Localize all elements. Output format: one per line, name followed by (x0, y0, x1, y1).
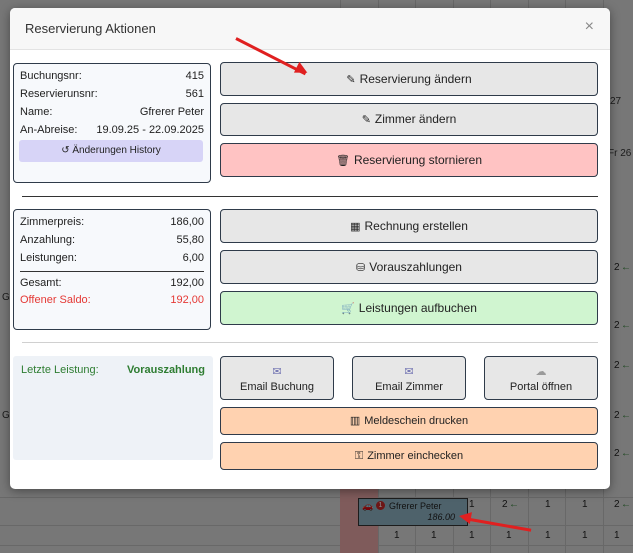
zimmerpreis-value: 186,00 (170, 216, 204, 228)
leistungen-aufbuchen-button[interactable]: 🛒 Leistungen aufbuchen (220, 291, 598, 325)
edit-icon: ✎ (346, 74, 356, 86)
section-divider (22, 342, 598, 343)
gesamt-label: Gesamt: (20, 277, 62, 289)
info-row-buchungsnr: Buchungsnr: 415 (20, 70, 204, 86)
book-icon: ▥ (349, 415, 361, 427)
meldeschein-drucken-button[interactable]: ▥ Meldeschein drucken (220, 407, 598, 435)
portal-oeffnen-button[interactable]: ☁ Portal öffnen (484, 356, 598, 400)
portal-oeffnen-label: Portal öffnen (509, 381, 573, 393)
rechnung-erstellen-label: Rechnung erstellen (364, 219, 468, 233)
zimmer-einchecken-button[interactable]: ⚿ Zimmer einchecken (220, 442, 598, 470)
anzahlung-label: Anzahlung: (20, 234, 76, 246)
last-service-label: Letzte Leistung: (21, 364, 99, 376)
coins-icon: ⛁ (356, 262, 366, 274)
pricing-row-leistungen: Leistungen: 6,00 (20, 252, 204, 268)
gesamt-value: 192,00 (170, 277, 204, 289)
offener-saldo-value: 192,00 (170, 294, 204, 306)
reservierungsnr-label: Reservierunsnr: (20, 88, 98, 100)
name-label: Name: (20, 106, 53, 118)
email-buchung-label: Email Buchung (240, 381, 314, 393)
reservation-info-panel: Buchungsnr: 415 Reservierunsnr: 561 Name… (13, 63, 211, 183)
leistungen-value: 6,00 (182, 252, 204, 264)
guest-name: Gfrerer Peter (139, 106, 204, 118)
zimmer-aendern-label: Zimmer ändern (374, 112, 457, 126)
email-buchung-button[interactable]: ✉ Email Buchung (220, 356, 334, 400)
edit-icon: ✎ (361, 114, 371, 126)
reservierung-stornieren-button[interactable]: 🗑 Reservierung stornieren (220, 143, 598, 177)
cloud-icon: ☁ (535, 366, 547, 378)
checkin-icon: ⚿ (354, 450, 364, 462)
an-abreise-label: An-Abreise: (20, 124, 78, 136)
cart-icon: 🛒 (341, 303, 355, 315)
pricing-row-anzahlung: Anzahlung: 55,80 (20, 234, 204, 250)
last-service-panel: Letzte Leistung: Vorauszahlung (13, 356, 213, 460)
modal-title: Reservierung Aktionen (25, 21, 156, 36)
zimmer-aendern-button[interactable]: ✎ Zimmer ändern (220, 103, 598, 136)
leistungen-aufbuchen-label: Leistungen aufbuchen (358, 301, 477, 315)
history-icon: ↺ (61, 145, 70, 156)
buchungsnr-value: 415 (185, 70, 204, 82)
reservierung-stornieren-label: Reservierung stornieren (353, 153, 483, 167)
an-abreise-value: 19.09.25 - 22.09.2025 (96, 124, 204, 136)
envelope-icon: ✉ (272, 366, 282, 378)
zimmer-einchecken-label: Zimmer einchecken (367, 450, 464, 462)
info-row-name: Name: Gfrerer Peter (20, 106, 204, 122)
vorauszahlungen-label: Vorauszahlungen (369, 260, 462, 274)
pricing-row-saldo: Offener Saldo: 192,00 (20, 294, 204, 310)
section-divider (22, 196, 598, 197)
close-icon[interactable]: × (585, 18, 594, 36)
pricing-divider (20, 271, 204, 272)
info-row-dates: An-Abreise: 19.09.25 - 22.09.2025 (20, 124, 204, 140)
reservierung-aendern-button[interactable]: ✎ Reservierung ändern (220, 62, 598, 96)
buchungsnr-label: Buchungsnr: (20, 70, 82, 82)
history-button-label: Änderungen History (72, 145, 161, 156)
envelope-icon: ✉ (404, 366, 414, 378)
leistungen-label: Leistungen: (20, 252, 77, 264)
zimmerpreis-label: Zimmerpreis: (20, 216, 85, 228)
reservierungsnr-value: 561 (185, 88, 204, 100)
modal-header: Reservierung Aktionen × (10, 8, 610, 50)
pricing-row-zimmerpreis: Zimmerpreis: 186,00 (20, 216, 204, 232)
arrow-head-icon (458, 510, 472, 524)
pricing-row-gesamt: Gesamt: 192,00 (20, 277, 204, 293)
email-zimmer-label: Email Zimmer (375, 381, 443, 393)
history-button[interactable]: ↺ Änderungen History (19, 140, 203, 162)
reservierung-aendern-label: Reservierung ändern (359, 72, 472, 86)
info-row-reservierungsnr: Reservierunsnr: 561 (20, 88, 204, 104)
calculator-icon: ▦ (350, 221, 361, 233)
meldeschein-drucken-label: Meldeschein drucken (364, 415, 469, 427)
offener-saldo-label: Offener Saldo: (20, 294, 91, 306)
trash-icon: 🗑 (335, 155, 350, 167)
anzahlung-value: 55,80 (176, 234, 204, 246)
last-service-value: Vorauszahlung (126, 364, 205, 376)
email-zimmer-button[interactable]: ✉ Email Zimmer (352, 356, 466, 400)
rechnung-erstellen-button[interactable]: ▦ Rechnung erstellen (220, 209, 598, 243)
pricing-panel: Zimmerpreis: 186,00 Anzahlung: 55,80 Lei… (13, 209, 211, 330)
vorauszahlungen-button[interactable]: ⛁ Vorauszahlungen (220, 250, 598, 284)
reservation-actions-modal: Reservierung Aktionen × Buchungsnr: 415 … (10, 8, 610, 489)
